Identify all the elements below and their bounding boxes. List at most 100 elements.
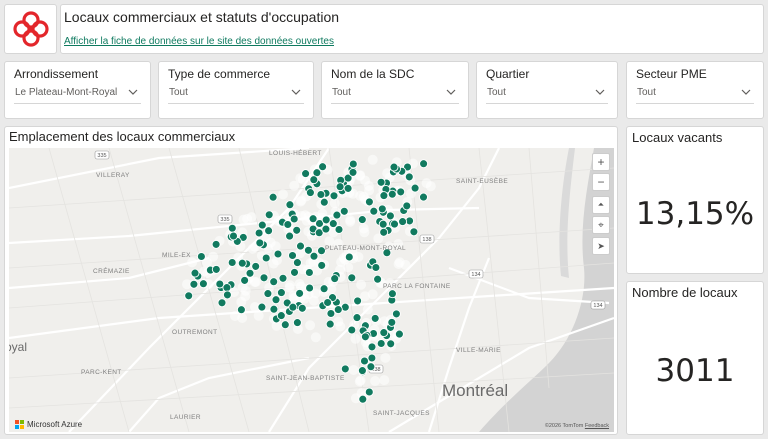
kpi-count-card: Nombre de locaux 3011 — [626, 281, 764, 435]
arrondissement-dropdown[interactable]: Le Plateau-Mont-Royal — [14, 84, 141, 104]
slicer-arrondissement: Arrondissement Le Plateau-Mont-Royal — [4, 61, 151, 119]
location-marker — [394, 329, 404, 339]
map-title: Emplacement des locaux commerciaux — [9, 129, 236, 144]
location-marker — [330, 274, 340, 284]
location-marker — [276, 288, 286, 298]
location-marker — [344, 252, 354, 262]
location-marker — [353, 296, 363, 306]
location-marker — [290, 267, 299, 277]
location-marker — [398, 217, 408, 227]
map-card: Emplacement des locaux commerciaux 335 3… — [4, 126, 618, 435]
map-label: PLATEAU-MONT-ROYAL — [325, 245, 406, 252]
location-marker — [387, 289, 397, 299]
marker-halo — [379, 375, 390, 386]
location-marker — [227, 258, 237, 267]
city-label: Montréal — [442, 381, 509, 400]
location-marker — [377, 204, 387, 214]
location-marker — [292, 318, 302, 328]
secteur-pme-dropdown[interactable]: Tout — [636, 84, 754, 104]
feedback-link[interactable]: Feedback — [585, 423, 609, 429]
location-marker — [347, 325, 357, 335]
location-marker — [276, 311, 286, 321]
location-marker — [303, 245, 313, 255]
location-marker — [264, 226, 274, 236]
location-marker — [325, 319, 335, 329]
location-marker — [387, 317, 397, 327]
map-view[interactable]: 335 335 138 134 134 138 LOUIS-HÉBERT VIL… — [9, 148, 614, 432]
zoom-out-button[interactable]: − — [592, 173, 610, 191]
slicer-quartier: Quartier Tout — [476, 61, 618, 119]
location-marker — [366, 362, 376, 372]
location-marker — [364, 387, 374, 397]
kpi-vacant-card: Locaux vacants 13,15% — [626, 126, 764, 274]
location-marker — [360, 332, 370, 342]
map-label: VILLE-MARIE — [456, 347, 501, 354]
location-marker — [236, 305, 246, 315]
location-marker — [367, 353, 377, 363]
location-marker — [419, 159, 429, 169]
marker-halo — [363, 181, 374, 191]
location-marker — [259, 273, 269, 283]
location-marker — [261, 253, 271, 263]
location-marker — [343, 183, 353, 193]
location-marker — [257, 220, 267, 230]
slicer-sdc: Nom de la SDC Tout — [321, 61, 469, 119]
slicer-label: Secteur PME — [636, 67, 707, 81]
location-marker — [268, 192, 278, 202]
sdc-dropdown[interactable]: Tout — [331, 84, 459, 104]
location-marker — [364, 197, 374, 207]
marker-halo — [310, 332, 321, 343]
location-marker — [296, 241, 305, 251]
location-marker — [189, 279, 199, 289]
location-marker — [222, 283, 232, 293]
location-marker — [371, 263, 381, 272]
location-marker — [323, 298, 333, 307]
location-marker — [419, 192, 428, 202]
location-marker — [379, 328, 389, 338]
location-marker — [254, 228, 264, 238]
location-marker — [190, 268, 200, 278]
location-marker — [305, 283, 315, 293]
page-title: Locaux commerciaux et statuts d'occupati… — [64, 9, 340, 25]
location-marker — [245, 268, 255, 278]
location-marker — [378, 219, 388, 229]
location-marker — [385, 211, 395, 221]
marker-halo — [380, 352, 391, 363]
location-marker — [301, 169, 311, 179]
location-marker — [319, 284, 329, 294]
location-marker — [222, 290, 232, 300]
marker-halo — [425, 181, 436, 192]
chevron-down-icon — [128, 89, 138, 95]
location-marker — [269, 304, 279, 314]
location-marker — [196, 252, 206, 261]
dropdown-value: Tout — [169, 87, 188, 98]
quartier-dropdown[interactable]: Tout — [486, 84, 608, 104]
zoom-in-button[interactable]: + — [592, 153, 610, 171]
locate-button[interactable]: ➤ — [592, 237, 610, 255]
kpi-value: 3011 — [655, 353, 735, 389]
location-marker — [319, 197, 329, 207]
pitch-button[interactable]: ⏶ — [592, 196, 610, 214]
location-marker — [288, 302, 298, 312]
marker-halo — [240, 291, 251, 302]
location-marker — [229, 231, 238, 241]
chevron-down-icon — [446, 89, 456, 95]
compass-button[interactable]: ⌖ — [592, 216, 610, 234]
shield-label: 335 — [220, 217, 229, 223]
marker-halo — [289, 180, 300, 191]
location-marker — [357, 215, 367, 225]
marker-halo — [345, 216, 356, 227]
shield-label: 134 — [471, 272, 480, 278]
map-attribution: Microsoft Azure — [15, 420, 82, 429]
slicer-secteur-pme: Secteur PME Tout — [626, 61, 764, 119]
marker-halo — [354, 376, 365, 387]
location-marker — [379, 227, 389, 237]
location-marker — [369, 206, 379, 216]
marker-halo — [359, 227, 370, 238]
location-marker — [348, 159, 358, 169]
location-marker — [211, 239, 221, 249]
location-marker — [217, 298, 227, 308]
dataset-link[interactable]: Afficher la fiche de données sur le site… — [64, 36, 334, 47]
type-commerce-dropdown[interactable]: Tout — [168, 84, 304, 104]
location-marker — [373, 274, 383, 284]
